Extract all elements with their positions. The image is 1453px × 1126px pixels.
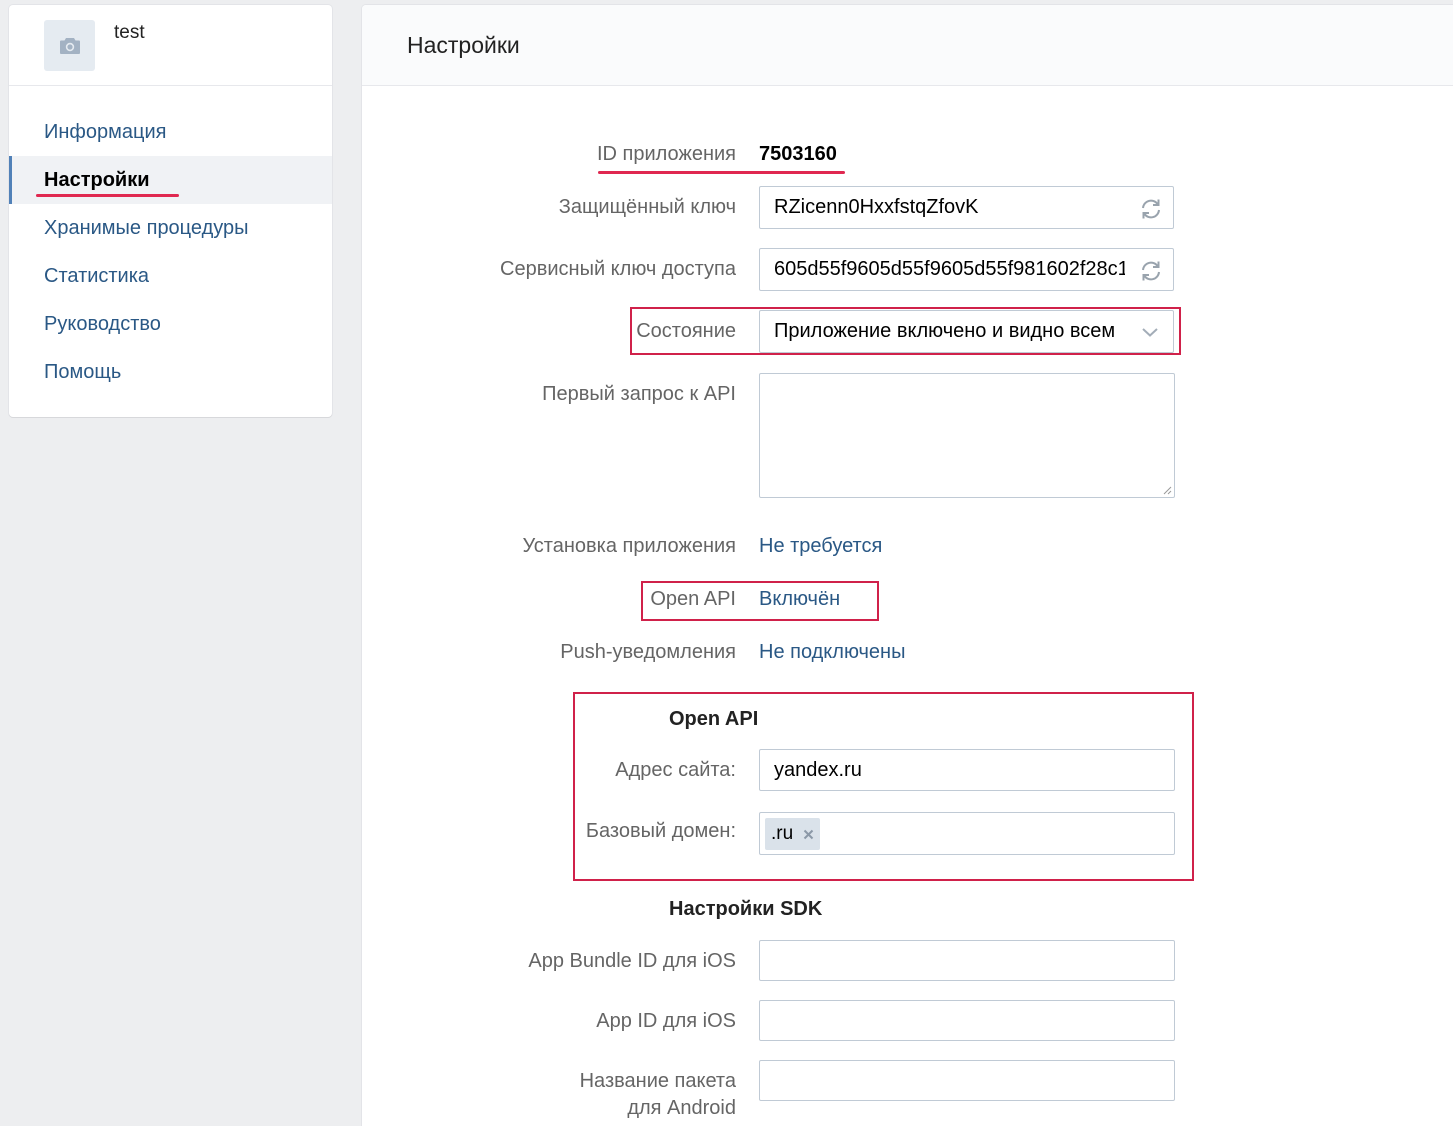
service-key-value: 605d55f9605d55f9605d55f981602f28c1 [774,258,1125,280]
open-api-section-title: Open API [669,708,759,730]
sidebar-item-label: Настройки [44,169,150,191]
resize-handle-icon[interactable] [1163,486,1172,495]
camera-icon [59,37,80,54]
sidebar-item-stored-procedures[interactable]: Хранимые процедуры [9,204,332,252]
site-address-value: yandex.ru [774,758,862,781]
install-link[interactable]: Не требуется [759,535,882,558]
sdk-section-title: Настройки SDK [669,898,823,920]
first-api-request-textarea[interactable] [759,373,1175,498]
highlight-underline [36,194,179,197]
sidebar-item-settings[interactable]: Настройки [9,156,332,204]
app-id-label: ID приложения [596,143,736,165]
base-domain-label: Базовый домен: [585,820,736,842]
chevron-down-icon [1142,328,1158,337]
ios-app-id-input[interactable] [759,1000,1175,1041]
panel-header [362,5,1453,86]
android-package-label-line1: Название пакета [579,1070,736,1092]
android-package-label-line2: для Android [627,1097,736,1119]
site-address-input[interactable]: yandex.ru [759,749,1175,791]
ios-bundle-label: App Bundle ID для iOS [528,950,736,972]
page-title: Настройки [407,32,520,58]
service-key-field[interactable]: 605d55f9605d55f9605d55f981602f28c1 [759,248,1174,291]
sidebar-item-help[interactable]: Помощь [9,348,332,396]
secure-key-field[interactable]: RZicenn0HxxfstqZfovK [759,186,1174,229]
app-header: test [9,5,332,86]
sidebar-nav: Информация Настройки Хранимые процедуры … [9,86,332,396]
push-link[interactable]: Не подключены [759,641,905,664]
secure-key-value: RZicenn0HxxfstqZfovK [774,196,979,218]
site-address-label: Адрес сайта: [615,759,736,781]
app-id-value: 7503160 [759,143,837,165]
install-label: Установка приложения [522,535,736,557]
refresh-icon[interactable] [1138,258,1164,284]
sidebar-item-statistics[interactable]: Статистика [9,252,332,300]
ios-app-id-label: App ID для iOS [596,1010,736,1032]
first-api-request-label: Первый запрос к API [542,383,736,405]
state-value: Приложение включено и видно всем [774,320,1116,342]
ios-bundle-input[interactable] [759,940,1175,981]
state-label: Состояние [636,320,736,342]
domain-token-label: .ru [771,823,794,844]
refresh-icon[interactable] [1138,196,1164,222]
base-domain-input[interactable]: .ru [759,812,1175,855]
sidebar: test Информация Настройки Хранимые проце… [9,5,332,417]
settings-panel: Настройки ID приложения 7503160 Защищённ… [362,5,1453,1126]
state-select[interactable]: Приложение включено и видно всем [759,310,1174,353]
highlight-underline [598,171,845,174]
secure-key-label: Защищённый ключ [558,196,736,218]
android-package-input[interactable] [759,1060,1175,1101]
service-key-label: Сервисный ключ доступа [500,258,736,280]
open-api-link[interactable]: Включён [759,588,840,611]
app-avatar[interactable] [44,20,95,71]
push-label: Push-уведомления [560,641,736,663]
sidebar-item-guide[interactable]: Руководство [9,300,332,348]
domain-token: .ru [765,818,821,850]
open-api-label: Open API [650,588,736,610]
close-icon[interactable] [803,829,814,840]
sidebar-item-info[interactable]: Информация [9,108,332,156]
app-name: test [114,22,145,43]
